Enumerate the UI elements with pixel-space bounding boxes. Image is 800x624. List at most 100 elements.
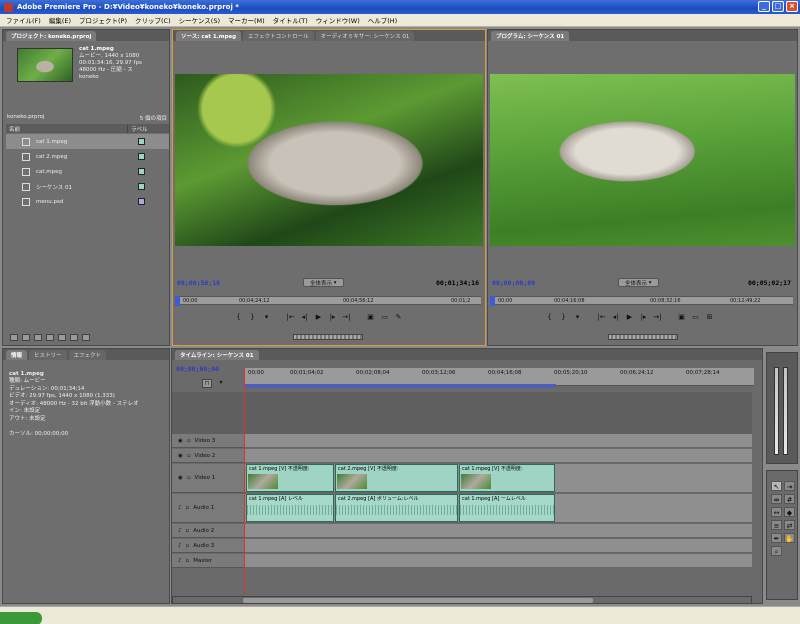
- zoom-tool-icon[interactable]: ⌕: [771, 546, 782, 556]
- slide-tool-icon[interactable]: ⇄: [784, 520, 795, 530]
- set-marker-icon[interactable]: ▾: [572, 312, 583, 322]
- set-marker-icon[interactable]: ▾: [261, 312, 272, 322]
- maximize-button[interactable]: □: [772, 1, 784, 12]
- set-marker-icon[interactable]: ▾: [216, 379, 226, 388]
- tab-audio-mixer[interactable]: オーディオミキサー: シーケンス 01: [315, 31, 415, 41]
- timeline-scrollbar[interactable]: [172, 596, 752, 604]
- go-to-out-icon[interactable]: →|: [341, 312, 352, 322]
- project-item[interactable]: シーケンス 01: [6, 179, 169, 194]
- close-button[interactable]: ×: [786, 1, 798, 12]
- track-lock-icon[interactable]: ▫: [186, 543, 190, 549]
- menu-edit[interactable]: 編集(E): [45, 15, 75, 25]
- menu-window[interactable]: ウィンドウ(W): [312, 15, 364, 25]
- track-lock-icon[interactable]: ▫: [187, 438, 191, 444]
- track-lane[interactable]: [245, 449, 752, 463]
- extract-icon[interactable]: ▭: [690, 312, 701, 322]
- play-icon[interactable]: ▶: [624, 312, 635, 322]
- track-header-audio[interactable]: ♪ ▫ Audio 1: [172, 494, 244, 523]
- tab-history[interactable]: ヒストリー: [29, 350, 67, 360]
- track-lock-icon[interactable]: ▫: [186, 558, 190, 564]
- track-visibility-icon[interactable]: ◉: [178, 475, 183, 481]
- program-playhead[interactable]: [490, 296, 495, 306]
- icon-view-icon[interactable]: [22, 334, 30, 341]
- track-visibility-icon[interactable]: ◉: [178, 453, 183, 459]
- source-time-ruler[interactable]: 00;00 00;04;24;12 00;04;56;12 00;01;2: [175, 296, 481, 306]
- track-header-video[interactable]: ◉ ▫ Video 1: [172, 464, 244, 493]
- rate-stretch-tool-icon[interactable]: ↔: [771, 507, 782, 517]
- menu-help[interactable]: ヘルプ(H): [364, 15, 401, 25]
- audio-clip[interactable]: cat 2.mpeg [A] ボリューム:レベル: [335, 494, 458, 522]
- tab-project[interactable]: プロジェクト: koneko.prproj: [6, 31, 97, 41]
- source-current-timecode[interactable]: 00;00;56;16: [177, 279, 220, 287]
- new-item-icon[interactable]: [70, 334, 78, 341]
- menu-title[interactable]: タイトル(T): [269, 15, 312, 25]
- track-lane[interactable]: [245, 524, 752, 538]
- menu-marker[interactable]: マーカー(M): [224, 15, 269, 25]
- safe-margins-icon[interactable]: ▣: [365, 312, 376, 322]
- slip-tool-icon[interactable]: ≡: [771, 520, 782, 530]
- work-area-bar[interactable]: [244, 384, 556, 388]
- step-back-icon[interactable]: ◂|: [610, 312, 621, 322]
- rolling-edit-tool-icon[interactable]: #: [784, 494, 795, 504]
- track-visibility-icon[interactable]: ◉: [178, 438, 183, 444]
- program-zoom-select[interactable]: 全体表示 ▾: [618, 278, 659, 287]
- track-header-audio[interactable]: ♪ ▫ Master: [172, 554, 244, 568]
- track-lock-icon[interactable]: ▫: [187, 475, 191, 481]
- track-lane[interactable]: [245, 554, 752, 568]
- project-item[interactable]: cat 2.mpeg: [6, 149, 169, 164]
- tab-source[interactable]: ソース: cat 1.mpeg: [176, 31, 242, 41]
- track-audio-icon[interactable]: ♪: [178, 543, 182, 549]
- step-forward-icon[interactable]: |▸: [638, 312, 649, 322]
- project-item[interactable]: cat 1.mpeg: [6, 134, 169, 149]
- mark-in-icon[interactable]: {: [544, 312, 555, 322]
- menu-clip[interactable]: クリップ(C): [131, 15, 175, 25]
- track-header-video[interactable]: ◉ ▫ Video 3: [172, 434, 244, 448]
- new-bin-icon[interactable]: [58, 334, 66, 341]
- trash-icon[interactable]: [82, 334, 90, 341]
- list-view-icon[interactable]: [10, 334, 18, 341]
- track-lock-icon[interactable]: ▫: [187, 453, 191, 459]
- video-clip[interactable]: cat 2.mpeg [V] 不透明度:: [335, 464, 458, 492]
- step-back-icon[interactable]: ◂|: [299, 312, 310, 322]
- go-to-in-icon[interactable]: |←: [285, 312, 296, 322]
- minimize-button[interactable]: _: [758, 1, 770, 12]
- menu-sequence[interactable]: シーケンス(S): [175, 15, 224, 25]
- project-item[interactable]: menu.psd: [6, 194, 169, 209]
- track-audio-icon[interactable]: ♪: [178, 528, 182, 534]
- timeline-current-timecode[interactable]: 00;00;00;00: [176, 365, 219, 373]
- go-to-in-icon[interactable]: |←: [596, 312, 607, 322]
- timeline-playhead-line[interactable]: [244, 368, 245, 594]
- lift-icon[interactable]: ▣: [676, 312, 687, 322]
- mark-out-icon[interactable]: }: [247, 312, 258, 322]
- audio-clip[interactable]: cat 1.mpeg [A] レベル: [246, 494, 334, 522]
- column-header-name[interactable]: 名前: [6, 124, 128, 133]
- track-header-video[interactable]: ◉ ▫ Video 2: [172, 449, 244, 463]
- menu-project[interactable]: プロジェクト(P): [75, 15, 131, 25]
- program-time-ruler[interactable]: 00;00 00;04;16;08 00;08;32;16 00;12;49;2…: [490, 296, 793, 306]
- track-header-audio[interactable]: ♪ ▫ Audio 2: [172, 524, 244, 538]
- source-jog-slider[interactable]: [293, 334, 363, 340]
- ripple-edit-tool-icon[interactable]: ⇹: [771, 494, 782, 504]
- tab-info[interactable]: 情報: [6, 350, 28, 360]
- tab-program[interactable]: プログラム: シーケンス 01: [491, 31, 570, 41]
- track-lock-icon[interactable]: ▫: [186, 505, 190, 511]
- output-icon[interactable]: ▭: [379, 312, 390, 322]
- audio-clip[interactable]: cat 1.mpeg [A] ームレベル: [459, 494, 555, 522]
- razor-tool-icon[interactable]: ◆: [784, 507, 795, 517]
- hand-tool-icon[interactable]: ✋: [784, 533, 795, 543]
- video-clip[interactable]: cat 1.mpeg [V] 不透明度:: [246, 464, 334, 492]
- track-header-audio[interactable]: ♪ ▫ Audio 3: [172, 539, 244, 553]
- go-to-out-icon[interactable]: →|: [652, 312, 663, 322]
- source-zoom-select[interactable]: 全体表示 ▾: [303, 278, 344, 287]
- track-lane[interactable]: [245, 434, 752, 448]
- wrench-icon[interactable]: ✎: [393, 312, 404, 322]
- tab-effect-controls[interactable]: エフェクトコントロール: [243, 31, 314, 41]
- tab-effects[interactable]: エフェクト: [68, 350, 107, 360]
- scrollbar-thumb[interactable]: [243, 598, 593, 603]
- tab-timeline[interactable]: タイムライン: シーケンス 01: [175, 350, 259, 360]
- selection-tool-icon[interactable]: ↖: [771, 481, 782, 491]
- mark-out-icon[interactable]: }: [558, 312, 569, 322]
- source-playhead[interactable]: [175, 296, 180, 306]
- track-lane[interactable]: [245, 539, 752, 553]
- project-item[interactable]: cat.mpeg: [6, 164, 169, 179]
